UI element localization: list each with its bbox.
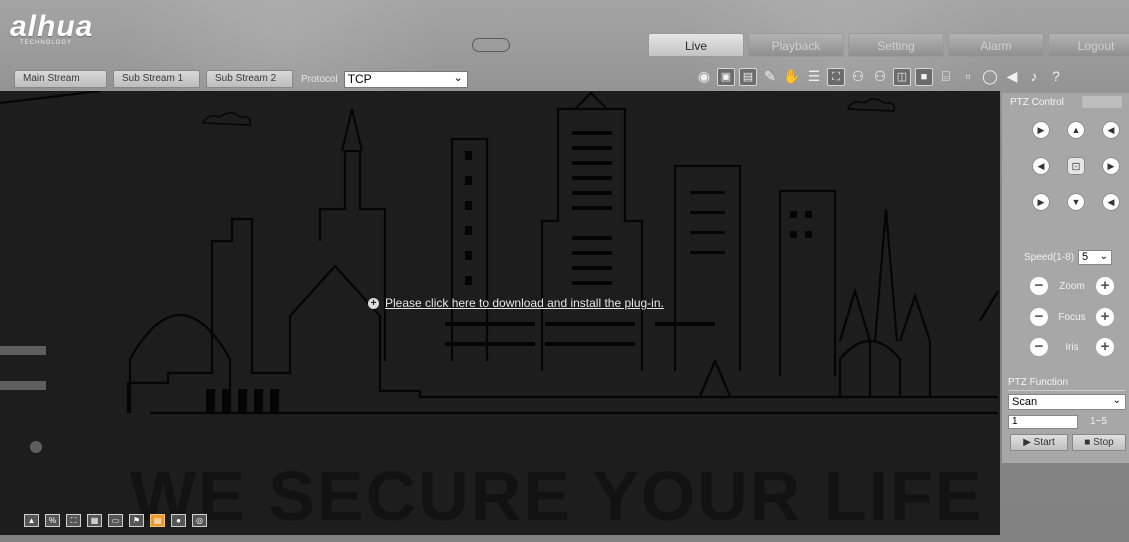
divider [1008,390,1125,391]
main-stream-button[interactable]: Main Stream [14,70,107,88]
lines-icon[interactable]: ☰ [805,68,823,86]
sub-stream-2-button[interactable]: Sub Stream 2 [206,70,293,88]
ptz-panel: PTZ Control ▶ ▲ ◀ ◀ ⊡ ▶ ▶ ▼ ◀ Speed(1-8)… [1002,93,1129,463]
arrow-up-left-icon[interactable]: ▶ [1032,121,1050,139]
help-icon[interactable]: ? [1047,68,1065,86]
plus-icon: + [368,297,379,309]
iris-plus-button[interactable]: + [1096,338,1114,356]
zoom-control: − Zoom + [1030,277,1114,295]
eye-icon[interactable]: ◉ [695,68,713,86]
arrow-up-right-icon[interactable]: ◀ [1102,121,1120,139]
scale-icon[interactable]: ▦ [87,514,102,527]
arrow-down-right-icon[interactable]: ◀ [1102,193,1120,211]
ptz-tab[interactable] [1082,96,1122,108]
aspect-icon[interactable]: ▲ [24,514,39,527]
hand-icon[interactable]: ✋ [783,68,801,86]
focus-label: Focus [1058,311,1086,323]
ptz-function-value: Scan [1012,396,1038,408]
highlight-icon[interactable]: ▤ [150,514,165,527]
arrow-down-left-icon[interactable]: ▶ [1032,193,1050,211]
video-tool-icons: ◉ ▣ ▤ ✎ ✋ ☰ ⛶ ⚇ ⚇ ◫ ■ ⌸ ▫ ◯ ◀ ♪ ? [695,68,1065,86]
auto-focus-icon[interactable]: ⊡ [1067,157,1085,175]
iris-minus-button[interactable]: − [1030,338,1048,356]
brand-name: alhua [10,10,94,43]
speed-select[interactable]: 5 ⌄ [1078,250,1113,265]
sub-stream-1-button[interactable]: Sub Stream 1 [113,70,200,88]
persons-icon[interactable]: ⚇ [871,68,889,86]
person-icon[interactable]: ⚇ [849,68,867,86]
circle-icon[interactable]: ◯ [981,68,999,86]
cloud-decoration [472,38,510,52]
dahua-logo: alhua TECHNOLOGY [10,12,140,56]
ptz-function-title: PTZ Function [1008,377,1069,388]
speed-control: Speed(1-8) 5 ⌄ [1024,250,1113,265]
tab-live[interactable]: Live [648,33,744,57]
draw-icon[interactable]: ✎ [761,68,779,86]
iris-control: − Iris + [1030,338,1114,356]
iris-label: Iris [1065,341,1079,353]
protocol-value: TCP [347,71,372,86]
fullscreen-icon[interactable]: ⛶ [827,68,845,86]
ptz-direction-pad: ▶ ▲ ◀ ◀ ⊡ ▶ ▶ ▼ ◀ [1032,121,1120,211]
tab-setting[interactable]: Setting [848,33,944,57]
ptz-title: PTZ Control [1010,97,1064,108]
fullscreen-icon[interactable]: ⛶ [66,514,81,527]
snapshot-icon[interactable]: ▣ [717,68,735,86]
video-bottom-toolbar: ▲ % ⛶ ▦ ▭ ⚑ ▤ ● ◎ [24,514,207,527]
ptz-function-select[interactable]: Scan ⌄ [1008,394,1126,410]
microphone-icon[interactable]: ♪ [1025,68,1043,86]
zoom-out-button[interactable]: − [1030,277,1048,295]
start-button[interactable]: ▶ Start [1010,434,1068,451]
plugin-download-link[interactable]: + Please click here to download and inst… [368,296,664,310]
ptz-range-label: 1~5 [1090,416,1107,427]
tab-logout[interactable]: Logout [1048,33,1129,57]
protocol-label: Protocol [301,73,338,85]
region-icon[interactable]: ◫ [893,68,911,86]
speaker-icon[interactable]: ◀ [1003,68,1021,86]
rule-icon[interactable]: ⚑ [129,514,144,527]
zoom-label: Zoom [1059,280,1085,292]
chevron-down-icon: ⌄ [453,71,463,84]
arrow-right-icon[interactable]: ▶ [1102,157,1120,175]
original-size-icon[interactable]: % [45,514,60,527]
chevron-down-icon: ⌄ [1099,251,1109,262]
arrow-down-icon[interactable]: ▼ [1067,193,1085,211]
ptz-function-input[interactable]: 1 [1008,415,1078,429]
speed-value: 5 [1082,251,1089,263]
camera-icon[interactable]: ▫ [959,68,977,86]
slogan-watermark: WE SECURE YOUR LIFE [130,457,984,535]
decoration-bar [0,346,46,355]
plugin-message: Please click here to download and instal… [385,296,664,310]
focus-minus-button[interactable]: − [1030,308,1048,326]
record-icon[interactable]: ▤ [739,68,757,86]
focus-plus-button[interactable]: + [1095,308,1114,326]
protocol-select[interactable]: TCP ⌄ [343,70,468,88]
main-nav: Live Playback Setting Alarm Logout [648,33,1129,57]
focus-control: − Focus + [1030,308,1114,326]
monitor-icon[interactable]: ■ [915,68,933,86]
speed-label: Speed(1-8) [1024,252,1075,263]
tab-playback[interactable]: Playback [748,33,844,57]
image-icon[interactable]: ⌸ [937,68,955,86]
arrow-left-icon[interactable]: ◀ [1032,157,1050,175]
video-area[interactable]: WE SECURE YOUR LIFE + Please click here … [0,91,1000,535]
location-icon[interactable]: ● [171,514,186,527]
chevron-down-icon: ⌄ [1112,395,1121,406]
stream-toolbar: Main Stream Sub Stream 1 Sub Stream 2 Pr… [14,70,468,88]
zoom-in-button[interactable]: + [1096,277,1114,295]
decoration-dot [30,441,42,453]
stop-button[interactable]: ■ Stop [1072,434,1126,451]
decoration-bar [0,381,46,390]
window-icon[interactable]: ▭ [108,514,123,527]
arrow-up-icon[interactable]: ▲ [1067,121,1085,139]
zoom-icon[interactable]: ◎ [192,514,207,527]
tab-alarm[interactable]: Alarm [948,33,1044,57]
